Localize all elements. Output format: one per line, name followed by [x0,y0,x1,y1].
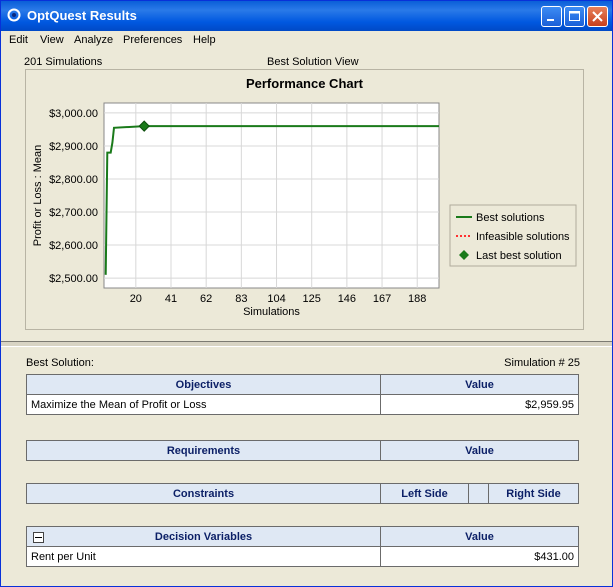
x-tick-label: 104 [267,293,285,305]
minimize-icon [547,19,554,21]
objectives-value-header[interactable]: Value [380,374,579,395]
x-tick-label: 125 [303,293,321,305]
title-bar[interactable]: OptQuest Results [1,1,612,31]
objectives-table: Objectives Value Maximize the Mean of Pr… [26,374,579,415]
performance-chart[interactable]: Performance Chart $2,500.00 $2,600.00 $2,7… [25,69,584,330]
decision-variables-header: Decision Variables [154,530,253,543]
constraints-header[interactable]: Constraints [26,483,381,504]
legend-label: Best solutions [476,212,545,224]
decision-variable-name: Rent per Unit [26,546,381,567]
menu-bar: Edit View Analyze Preferences Help [1,31,612,50]
requirements-header[interactable]: Requirements [26,440,381,461]
legend-label: Last best solution [476,250,562,262]
menu-edit[interactable]: Edit [9,34,28,46]
decision-variables-value-header[interactable]: Value [380,526,579,547]
x-tick-label: 83 [235,293,247,305]
menu-help[interactable]: Help [193,34,216,46]
table-row[interactable]: Maximize the Mean of Profit or Loss $2,9… [26,394,579,415]
window-title: OptQuest Results [27,8,137,23]
decision-variables-header-cell[interactable]: Decision Variables [26,526,381,547]
y-tick-label: $2,500.00 [49,273,98,285]
plot-area [103,102,440,289]
x-tick-label: 62 [200,293,212,305]
y-tick-label: $2,900.00 [49,141,98,153]
constraints-left-side-header[interactable]: Left Side [380,483,469,504]
decision-variable-value: $431.00 [380,546,579,567]
view-label: Best Solution View [267,56,359,68]
maximize-button[interactable] [564,6,585,27]
minimize-button[interactable] [541,6,562,27]
y-tick-label: $2,800.00 [49,174,98,186]
x-tick-label: 41 [165,293,177,305]
close-button[interactable] [587,6,608,27]
simulations-count: 201 Simulations [24,56,103,68]
objectives-header[interactable]: Objectives [26,374,381,395]
constraints-table: Constraints Left Side Right Side [26,483,579,504]
requirements-table: Requirements Value [26,440,579,461]
decision-variables-table: Decision Variables Value Rent per Unit $… [26,526,579,567]
legend-label: Infeasible solutions [476,231,570,243]
y-tick-label: $2,700.00 [49,207,98,219]
requirements-value-header[interactable]: Value [380,440,579,461]
x-tick-label: 167 [373,293,391,305]
maximize-icon [569,11,580,21]
y-tick-label: $2,600.00 [49,240,98,252]
constraints-right-side-header[interactable]: Right Side [488,483,579,504]
x-tick-label: 146 [338,293,356,305]
optquest-results-window: OptQuest Results Edit View Analyze Prefe… [0,0,613,587]
table-row[interactable]: Rent per Unit $431.00 [26,546,579,567]
menu-analyze[interactable]: Analyze [74,34,113,46]
close-icon [592,11,603,22]
best-solution-label: Best Solution: [26,357,94,369]
x-tick-label: 20 [130,293,142,305]
x-tick-label: 188 [408,293,426,305]
chart-svg: $2,500.00 $2,600.00 $2,700.00 $2,800.00 $2,9… [32,102,577,318]
x-axis-label: Simulations [243,306,300,318]
chart-panel: 201 Simulations Best Solution View Perfo… [1,50,612,342]
menu-view[interactable]: View [40,34,64,46]
simulation-number: Simulation # 25 [504,357,580,369]
app-icon [7,8,21,22]
constraints-spacer-header [468,483,489,504]
menu-preferences[interactable]: Preferences [123,34,182,46]
y-axis-label: Profit or Loss : Mean [32,145,44,247]
objective-value: $2,959.95 [380,394,579,415]
collapse-icon[interactable] [33,532,44,543]
y-tick-label: $3,000.00 [49,108,98,120]
objective-name: Maximize the Mean of Profit or Loss [26,394,381,415]
results-panel: Best Solution: Simulation # 25 Objective… [1,347,612,586]
